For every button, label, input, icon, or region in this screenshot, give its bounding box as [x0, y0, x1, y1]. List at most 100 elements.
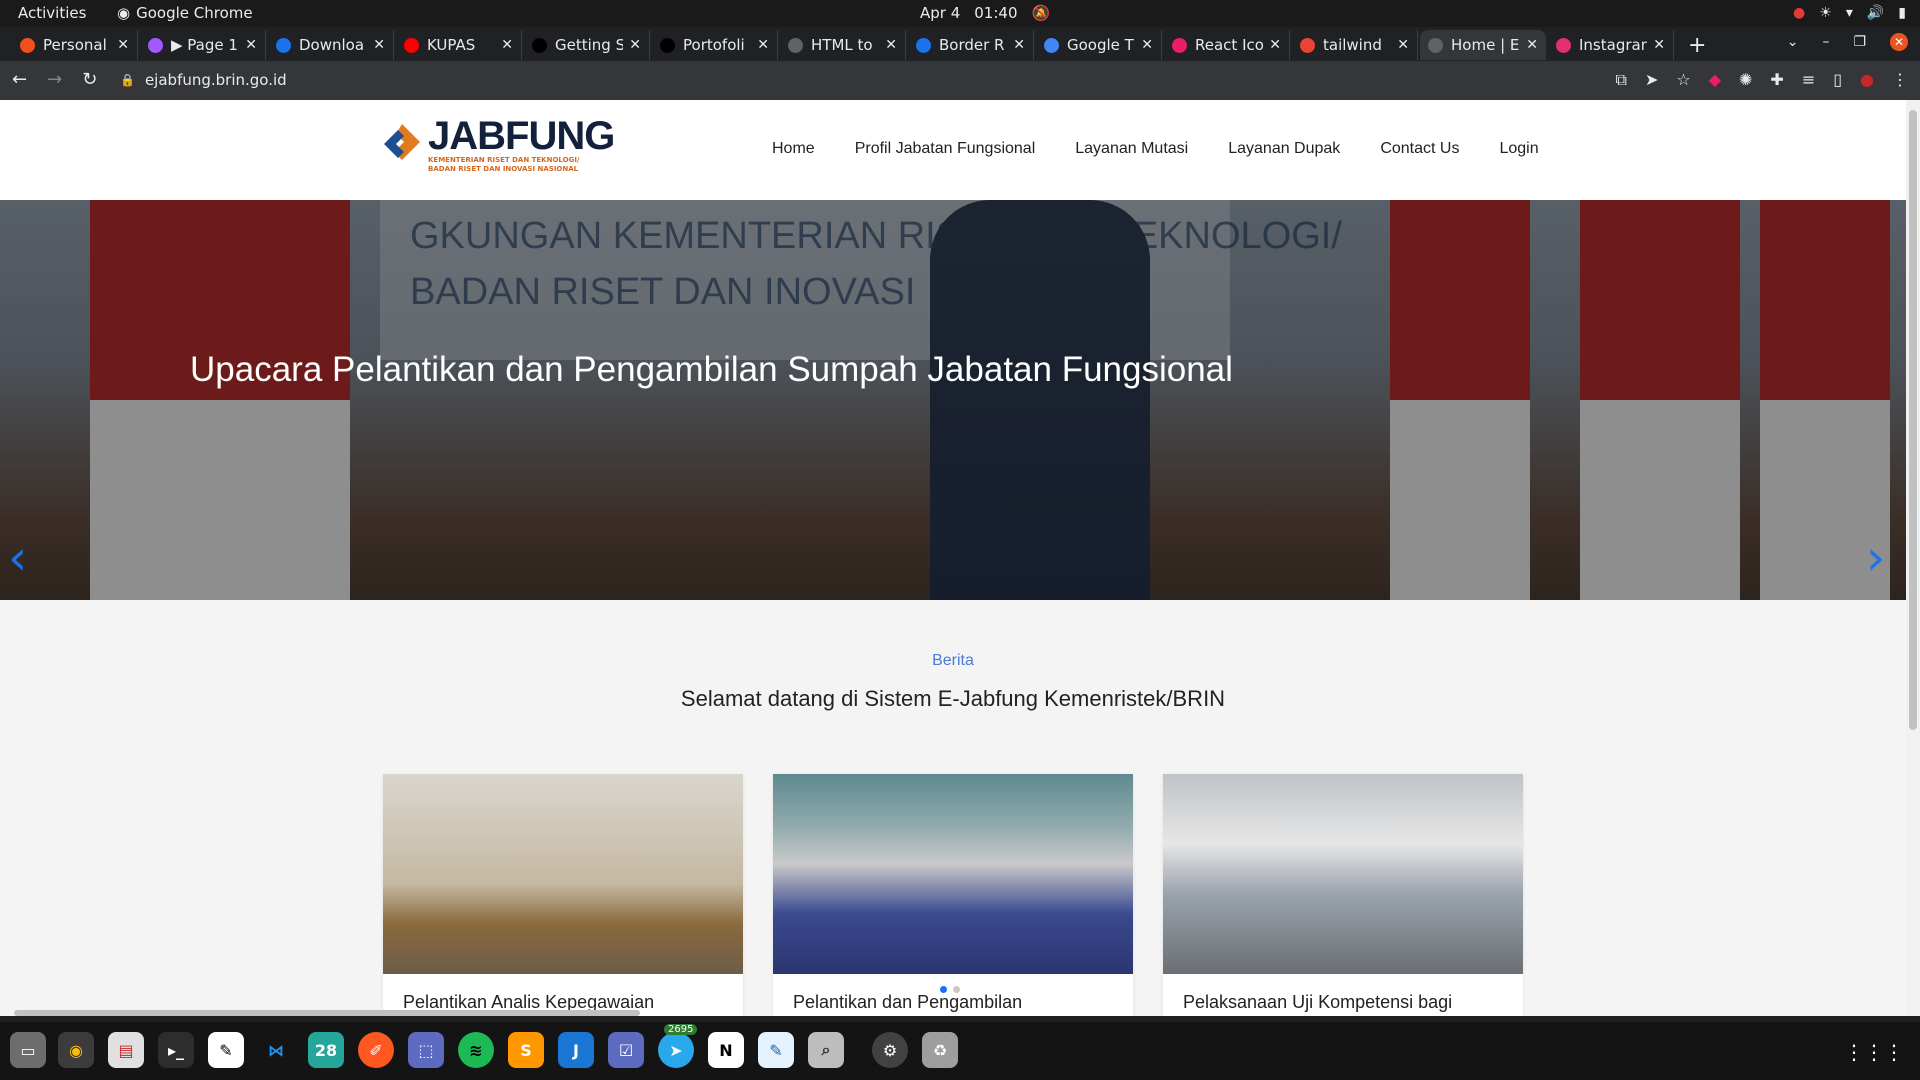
restore-icon[interactable]: ❐: [1853, 34, 1866, 50]
color-extension-icon[interactable]: ◆: [1709, 70, 1721, 90]
browser-tab[interactable]: React Ico ✕: [1164, 30, 1290, 60]
scrollbar-thumb[interactable]: [14, 1010, 640, 1016]
tab-title: Home | E: [1451, 36, 1520, 54]
nav-layanan-mutasi[interactable]: Layanan Mutasi: [1075, 140, 1188, 158]
close-tab-icon[interactable]: ✕: [885, 37, 897, 53]
tab-favicon-icon: [1556, 37, 1571, 53]
close-tab-icon[interactable]: ✕: [757, 37, 769, 53]
forward-icon[interactable]: →: [47, 69, 62, 90]
screenshot-icon[interactable]: ⬚: [408, 1032, 444, 1068]
nav-home[interactable]: Home: [772, 140, 815, 158]
browser-tab[interactable]: ▶ Page 1 ✕: [140, 30, 266, 60]
lock-icon[interactable]: 🔒: [120, 73, 135, 87]
news-card[interactable]: Pelaksanaan Uji Kompetensi bagi: [1163, 774, 1523, 1016]
chrome-icon: ◉: [117, 4, 131, 22]
image-viewer-icon[interactable]: ⌕: [808, 1032, 844, 1068]
nav-contact-us[interactable]: Contact Us: [1380, 140, 1459, 158]
browser-tab[interactable]: tailwind ✕: [1292, 30, 1418, 60]
browser-tab[interactable]: Google T ✕: [1036, 30, 1162, 60]
show-apps-icon[interactable]: ⋮⋮⋮: [1844, 1040, 1904, 1064]
clock[interactable]: Apr 4 01:40 🔕: [920, 4, 1050, 22]
pencil-app-icon[interactable]: ✐: [358, 1032, 394, 1068]
tab-title: Personal: [43, 36, 107, 54]
close-tab-icon[interactable]: ✕: [1141, 37, 1153, 53]
close-tab-icon[interactable]: ✕: [629, 37, 641, 53]
tab-title: Portofoli: [683, 36, 745, 54]
close-tab-icon[interactable]: ✕: [1269, 37, 1281, 53]
tab-favicon-icon: [1428, 37, 1443, 53]
joplin-icon[interactable]: J: [558, 1032, 594, 1068]
new-tab-icon[interactable]: +: [1688, 33, 1706, 58]
close-tab-icon[interactable]: ✕: [1526, 37, 1538, 53]
profile-avatar[interactable]: ●: [1860, 70, 1874, 90]
carousel-prev-icon[interactable]: ‹: [8, 530, 27, 586]
tasks-icon[interactable]: ☑: [608, 1032, 644, 1068]
browser-tab[interactable]: Border R ✕: [908, 30, 1034, 60]
vscode-icon[interactable]: ⋈: [258, 1032, 294, 1068]
nav-layanan-dupak[interactable]: Layanan Dupak: [1228, 140, 1340, 158]
chrome-icon[interactable]: ◉: [58, 1032, 94, 1068]
browser-tab[interactable]: HTML to ✕: [780, 30, 906, 60]
close-tab-icon[interactable]: ✕: [373, 37, 385, 53]
carousel-next-icon[interactable]: ›: [1866, 530, 1885, 586]
browser-tab[interactable]: Getting S ✕: [524, 30, 650, 60]
horizontal-scrollbar[interactable]: [0, 1008, 1906, 1016]
telegram-badge: 2695: [664, 1024, 698, 1035]
text-editor-icon[interactable]: ▤: [108, 1032, 144, 1068]
calendar-icon[interactable]: 28: [308, 1032, 344, 1068]
spotify-icon[interactable]: ≋: [458, 1032, 494, 1068]
gear-extension-icon[interactable]: ✺: [1739, 70, 1752, 90]
close-tab-icon[interactable]: ✕: [1653, 37, 1665, 53]
close-tab-icon[interactable]: ✕: [1013, 37, 1025, 53]
settings-icon[interactable]: ⚙: [872, 1032, 908, 1068]
reading-list-icon[interactable]: ≡: [1802, 70, 1815, 90]
browser-tab-active[interactable]: Home | E ✕: [1420, 30, 1546, 60]
puzzle-icon[interactable]: ✚: [1770, 70, 1783, 90]
close-tab-icon[interactable]: ✕: [1397, 37, 1409, 53]
browser-toolbar: ← → ↻ 🔒 ejabfung.brin.go.id ⧉ ➤ ☆ ◆ ✺ ✚ …: [0, 61, 1920, 100]
address-bar[interactable]: 🔒 ejabfung.brin.go.id: [112, 65, 1572, 95]
notion-icon[interactable]: N: [708, 1032, 744, 1068]
terminal-icon[interactable]: ▸_: [158, 1032, 194, 1068]
browser-tab[interactable]: Instagran ✕: [1548, 30, 1674, 60]
tab-search-icon[interactable]: ⌄: [1787, 34, 1799, 50]
send-icon[interactable]: ➤: [1645, 70, 1658, 90]
scrollbar-thumb[interactable]: [1909, 110, 1917, 730]
sublime-icon[interactable]: S: [508, 1032, 544, 1068]
vertical-scrollbar[interactable]: [1906, 100, 1920, 1016]
carousel-dot-active[interactable]: [940, 986, 947, 993]
telegram-icon[interactable]: ➤ 2695: [658, 1024, 698, 1068]
close-window-icon[interactable]: ✕: [1890, 33, 1908, 51]
translate-icon[interactable]: ⧉: [1616, 70, 1627, 90]
browser-tab[interactable]: KUPAS ✕: [396, 30, 522, 60]
news-card[interactable]: Pelantikan Analis Kepegawaian: [383, 774, 743, 1016]
side-panel-icon[interactable]: ▯: [1833, 70, 1842, 90]
nav-profil-jabatan-fungsional[interactable]: Profil Jabatan Fungsional: [855, 140, 1036, 158]
activities-button[interactable]: Activities: [18, 4, 86, 22]
tab-title: Getting S: [555, 36, 624, 54]
more-menu-icon[interactable]: ⋮: [1892, 70, 1908, 90]
back-icon[interactable]: ←: [12, 69, 27, 90]
news-card[interactable]: Pelantikan dan Pengambilan: [773, 774, 1133, 1016]
close-tab-icon[interactable]: ✕: [501, 37, 513, 53]
bell-icon: 🔕: [1031, 4, 1051, 22]
close-tab-icon[interactable]: ✕: [117, 37, 129, 53]
minimize-icon[interactable]: –: [1822, 34, 1829, 50]
app-menu[interactable]: ◉ Google Chrome: [117, 4, 253, 22]
bookmark-star-icon[interactable]: ☆: [1676, 70, 1690, 90]
trash-icon[interactable]: ♻: [922, 1032, 958, 1068]
browser-tab[interactable]: Portofoli ✕: [652, 30, 778, 60]
notes-icon[interactable]: ✎: [758, 1032, 794, 1068]
system-tray[interactable]: ● ☀ ▾ 🔊 ▮: [1793, 5, 1906, 21]
carousel-dot[interactable]: [953, 986, 960, 993]
reload-icon[interactable]: ↻: [82, 69, 97, 90]
browser-tab[interactable]: Downloa ✕: [268, 30, 394, 60]
inkscape-icon[interactable]: ✎: [208, 1032, 244, 1068]
files-icon[interactable]: ▭: [10, 1032, 46, 1068]
close-tab-icon[interactable]: ✕: [245, 37, 257, 53]
extensions-area: ⧉ ➤ ☆ ◆ ✺ ✚ ≡ ▯ ● ⋮: [1616, 70, 1909, 90]
nav-login[interactable]: Login: [1499, 140, 1538, 158]
battery-icon: ▮: [1898, 5, 1906, 21]
browser-tab[interactable]: Personal ✕: [12, 30, 138, 60]
site-logo[interactable]: JABFUNG KEMENTERIAN RISET DAN TEKNOLOGI/…: [380, 116, 615, 174]
